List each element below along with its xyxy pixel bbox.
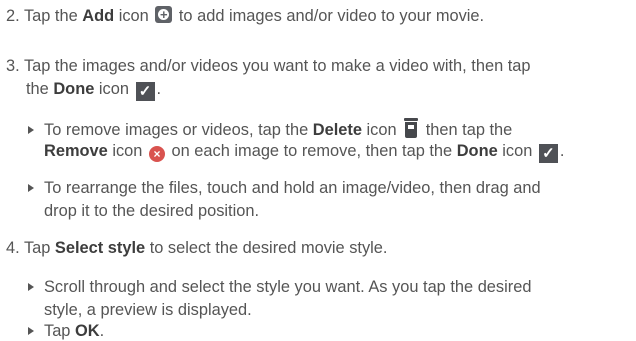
bullet-remove-line-2: Remove icon × on each image to remove, t… [44,141,564,163]
step-3-line-1: 3. Tap the images and/or videos you want… [6,56,531,76]
bullet-scroll-line-1: Scroll through and select the style you … [28,277,531,297]
bullet-remove-line-1: To remove images or videos, tap the Dele… [28,118,512,140]
text: . [559,142,565,160]
text: icon [497,142,533,160]
step-number: 4. [6,239,20,257]
delete-label: Delete [312,121,362,139]
step-number: 2. [6,7,20,25]
text: style, a preview is displayed. [44,301,252,319]
bullet-rearrange-line-2: drop it to the desired position. [44,201,259,221]
text: to add images and/or video to your movie… [174,7,485,25]
done-label: Done [456,142,498,160]
text: icon [94,80,129,98]
bullet-rearrange-line-1: To rearrange the files, touch and hold a… [28,178,541,198]
bullet-ok: Tap OK. [28,321,104,341]
text: then tap the [421,121,513,139]
step-2: 2. Tap the Add icon to add images and/or… [6,5,485,26]
text: To remove images or videos, tap the [44,121,313,139]
bullet-icon [28,283,34,291]
remove-label: Remove [44,142,108,160]
text: drop it to the desired position. [44,202,260,220]
add-icon [155,5,173,24]
text: the [26,80,54,98]
text: Tap [23,239,55,257]
step-4: 4. Tap Select style to select the desire… [6,238,387,258]
text: on each image to remove, then tap the [166,142,457,160]
done-icon: ✓ [538,144,558,163]
ok-label: OK [74,322,100,340]
text: Tap the images and/or videos you want to… [23,57,531,75]
text: icon [114,7,149,25]
text: Tap the [23,7,83,25]
add-label: Add [82,7,115,25]
bullet-icon [28,126,34,134]
done-label: Done [53,80,95,98]
text: To rearrange the files, touch and hold a… [44,179,541,197]
text: to select the desired movie style. [145,239,388,257]
bullet-icon [28,327,34,335]
text: icon [107,142,143,160]
bullet-icon [28,184,34,192]
text: icon [361,121,397,139]
trash-icon [403,118,419,138]
select-style-label: Select style [54,239,146,257]
text: . [99,322,105,340]
done-icon: ✓ [135,82,155,101]
text: Tap [44,322,75,340]
remove-icon: × [148,146,165,162]
step-number: 3. [6,57,20,75]
text: . [156,80,162,98]
step-3-line-2: the Done icon ✓. [26,79,161,101]
text: Scroll through and select the style you … [44,278,532,296]
bullet-scroll-line-2: style, a preview is displayed. [44,300,252,320]
